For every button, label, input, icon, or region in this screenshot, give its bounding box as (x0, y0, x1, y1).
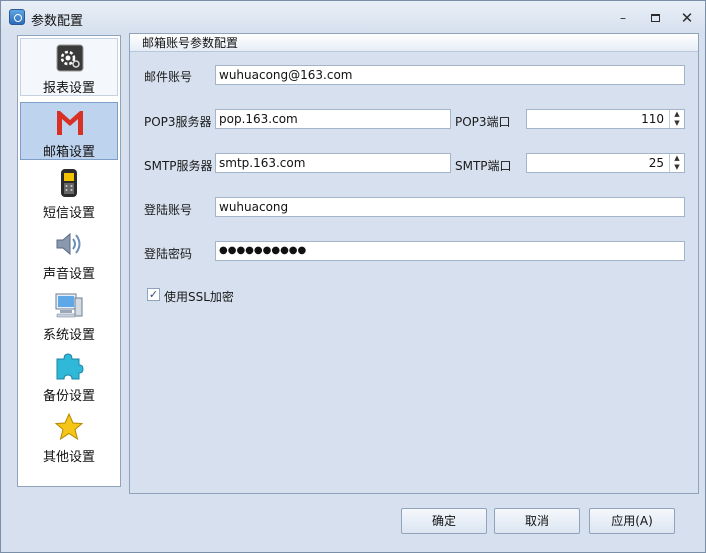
smtp-server-input[interactable]: smtp.163.com (215, 153, 451, 173)
login-password-label: 登陆密码 (144, 247, 193, 261)
smtp-port-label: SMTP端口 (455, 159, 512, 173)
chevron-down-icon[interactable]: ▼ (670, 119, 684, 128)
pop3-server-input[interactable]: pop.163.com (215, 109, 451, 129)
chevron-up-icon[interactable]: ▲ (670, 110, 684, 119)
sidebar-item-label: 短信设置 (42, 206, 95, 221)
chevron-up-icon[interactable]: ▲ (670, 154, 684, 163)
smtp-port-stepper[interactable]: 25 ▲ ▼ (526, 153, 685, 173)
mobile-phone-icon (61, 169, 77, 197)
sidebar-item-email[interactable]: 邮箱设置 (20, 102, 118, 160)
sidebar-item-label: 其他设置 (42, 450, 95, 465)
pop3-port-value: 110 (641, 112, 664, 126)
cancel-button[interactable]: 取消 (494, 508, 580, 534)
panel-header: 邮箱账号参数配置 (130, 34, 698, 52)
sidebar-item-sms[interactable]: 短信设置 (20, 164, 118, 222)
smtp-port-spin-buttons[interactable]: ▲ ▼ (669, 154, 684, 172)
sidebar-item-label: 邮箱设置 (42, 145, 95, 160)
pop3-server-label: POP3服务器 (144, 115, 212, 129)
sidebar-item-label: 备份设置 (42, 389, 95, 404)
login-password-input[interactable]: ●●●●●●●●●● (215, 241, 685, 261)
sidebar-item-other[interactable]: 其他设置 (20, 408, 118, 466)
puzzle-icon (56, 353, 84, 380)
sidebar-item-report[interactable]: 报表设置 (20, 38, 118, 96)
pop3-port-label: POP3端口 (455, 115, 511, 129)
settings-window: 参数配置 – ✕ 报表设置 邮箱设置 短信设置 声音设置 系统设置 备份设置 其… (0, 0, 706, 553)
gmail-icon (57, 111, 83, 135)
sidebar-item-sound[interactable]: 声音设置 (20, 225, 118, 283)
ssl-checkbox-label: 使用SSL加密 (164, 290, 234, 304)
speaker-icon (56, 232, 81, 256)
sidebar-item-backup[interactable]: 备份设置 (20, 347, 118, 405)
ssl-checkbox[interactable]: ✓ (147, 288, 160, 301)
smtp-port-value: 25 (648, 156, 664, 170)
sidebar-item-label: 系统设置 (42, 328, 95, 343)
login-account-input[interactable]: wuhuacong (215, 197, 685, 217)
login-account-label: 登陆账号 (144, 203, 193, 217)
minimize-button[interactable]: – (613, 10, 633, 26)
sidebar-item-label: 声音设置 (42, 267, 95, 282)
sidebar-item-label: 报表设置 (42, 81, 95, 96)
ok-button[interactable]: 确定 (401, 508, 487, 534)
computer-icon (55, 293, 83, 318)
settings-sidebar: 报表设置 邮箱设置 短信设置 声音设置 系统设置 备份设置 其他设置 (17, 35, 121, 487)
star-icon (54, 412, 84, 441)
pop3-port-stepper[interactable]: 110 ▲ ▼ (526, 109, 685, 129)
window-title: 参数配置 (31, 14, 84, 29)
email-settings-panel: 邮箱账号参数配置 (129, 33, 699, 494)
gear-report-icon (56, 44, 84, 72)
smtp-server-label: SMTP服务器 (144, 159, 213, 173)
email-account-label: 邮件账号 (144, 70, 193, 84)
app-icon (9, 9, 25, 25)
title-bar: 参数配置 – ✕ (1, 1, 705, 33)
email-account-input[interactable]: wuhuacong@163.com (215, 65, 685, 85)
maximize-button[interactable] (645, 10, 665, 26)
pop3-port-spin-buttons[interactable]: ▲ ▼ (669, 110, 684, 128)
sidebar-item-system[interactable]: 系统设置 (20, 286, 118, 344)
apply-button[interactable]: 应用(A) (589, 508, 675, 534)
chevron-down-icon[interactable]: ▼ (670, 163, 684, 172)
maximize-icon (650, 14, 660, 22)
close-button[interactable]: ✕ (677, 10, 697, 26)
